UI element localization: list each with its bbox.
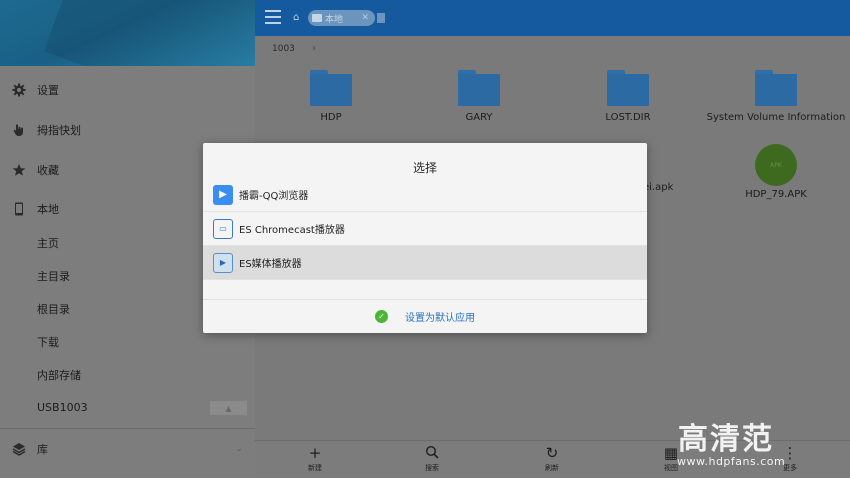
breadcrumb[interactable]: 1003 [272, 44, 295, 54]
sidebar-subitem-label: 内部存储 [37, 368, 81, 382]
file-name: LOST.DIR [605, 112, 651, 123]
drawer-header [0, 0, 255, 66]
sidebar-item-label: 本地 [37, 203, 59, 216]
refresh-icon: ↻ [545, 444, 559, 462]
tab-local[interactable]: 本地 ✕ [308, 10, 375, 26]
set-default-label: 设置为默认应用 [405, 313, 475, 324]
file-item-apk[interactable]: APK HDP_79.APK [706, 144, 846, 200]
tab-label: 本地 [325, 14, 344, 25]
file-item-folder[interactable]: System Volume Information [706, 70, 846, 123]
sidebar-item-settings[interactable]: 设置 [0, 70, 255, 110]
video-icon: ▶ [213, 252, 233, 273]
eject-button[interactable]: ▲ [210, 401, 247, 415]
new-button[interactable]: + 新建 [295, 445, 335, 473]
toolbar-label: 新建 [308, 464, 322, 472]
sidebar-item-label: 收藏 [37, 164, 59, 177]
sidebar-subitem-label: 主页 [37, 236, 59, 250]
watermark-logo: 高清范 [678, 422, 774, 457]
refresh-button[interactable]: ↻ 刷新 [532, 445, 572, 473]
close-icon[interactable]: ✕ [361, 13, 369, 23]
chevron-right-icon: › [312, 43, 316, 54]
folder-icon [755, 70, 797, 106]
tab-overflow[interactable] [377, 13, 385, 23]
file-item-folder[interactable]: LOST.DIR [558, 70, 698, 123]
file-explorer-window: { "sidebar": { "items": [ {"label": "设置"… [0, 0, 850, 478]
option-es-media-player[interactable]: ▶ ES媒体播放器 [203, 246, 647, 280]
sidebar-item-label: 拇指快划 [37, 124, 81, 137]
watermark-url: www.hdpfans.com [677, 455, 786, 468]
file-name: HDP_79.APK [745, 189, 807, 200]
file-name: HDP [320, 112, 342, 123]
file-item-folder[interactable]: GARY [409, 70, 549, 123]
apk-badge: APK [770, 161, 782, 169]
cast-icon: ▭ [213, 218, 233, 239]
sidebar-item-library[interactable]: 库 ⌄ [0, 429, 255, 469]
app-chooser-dialog: 选择 ▶ 播霸-QQ浏览器 ▭ ES Chromecast播放器 ▶ ES媒体播… [203, 143, 647, 333]
file-name: System Volume Information [706, 112, 846, 123]
sidebar-subitem-label: 主目录 [37, 269, 70, 283]
eject-icon: ▲ [225, 403, 232, 413]
plus-icon: + [308, 444, 322, 462]
sidebar-subitem-label: USB1003 [37, 401, 88, 414]
search-button[interactable]: 搜索 [412, 445, 452, 473]
phone-icon [12, 202, 26, 216]
option-es-chromecast[interactable]: ▭ ES Chromecast播放器 [203, 212, 647, 246]
sidebar-item-label: 库 [37, 443, 48, 456]
home-icon[interactable]: ⌂ [293, 12, 299, 23]
android-apk-icon: APK [755, 144, 797, 186]
phone-icon [312, 14, 322, 22]
sidebar-subitem-label: 下载 [37, 335, 59, 349]
toolbar-label: 搜索 [425, 464, 439, 472]
folder-icon [607, 70, 649, 106]
chevron-down-icon: ⌄ [235, 444, 243, 454]
toolbar-label: 刷新 [545, 464, 559, 472]
app-bar: ⌂ 本地 ✕ [255, 0, 850, 36]
dialog-title: 选择 [412, 161, 437, 175]
gear-icon [12, 83, 26, 97]
play-icon: ▶ [213, 184, 233, 205]
hamburger-menu-icon[interactable] [265, 10, 281, 26]
option-qq-browser[interactable]: ▶ 播霸-QQ浏览器 [203, 178, 647, 212]
folder-icon [458, 70, 500, 106]
file-name: GARY [465, 112, 493, 123]
sidebar-subitem-label: 根目录 [37, 302, 70, 316]
option-label: ES Chromecast播放器 [239, 225, 345, 236]
folder-icon [310, 70, 352, 106]
hand-pointer-icon [12, 123, 26, 137]
sidebar-subitem-internal-storage[interactable]: 内部存储 [0, 358, 255, 391]
layers-icon [12, 442, 26, 456]
star-icon [12, 163, 26, 177]
option-label: 播霸-QQ浏览器 [239, 191, 309, 202]
search-icon [412, 445, 452, 461]
file-item-folder[interactable]: HDP [261, 70, 401, 123]
option-label: ES媒体播放器 [239, 259, 302, 270]
sidebar-item-label: 设置 [37, 84, 59, 97]
check-circle-icon: ✓ [375, 310, 388, 323]
set-default-button[interactable]: ✓ 设置为默认应用 [203, 300, 647, 333]
